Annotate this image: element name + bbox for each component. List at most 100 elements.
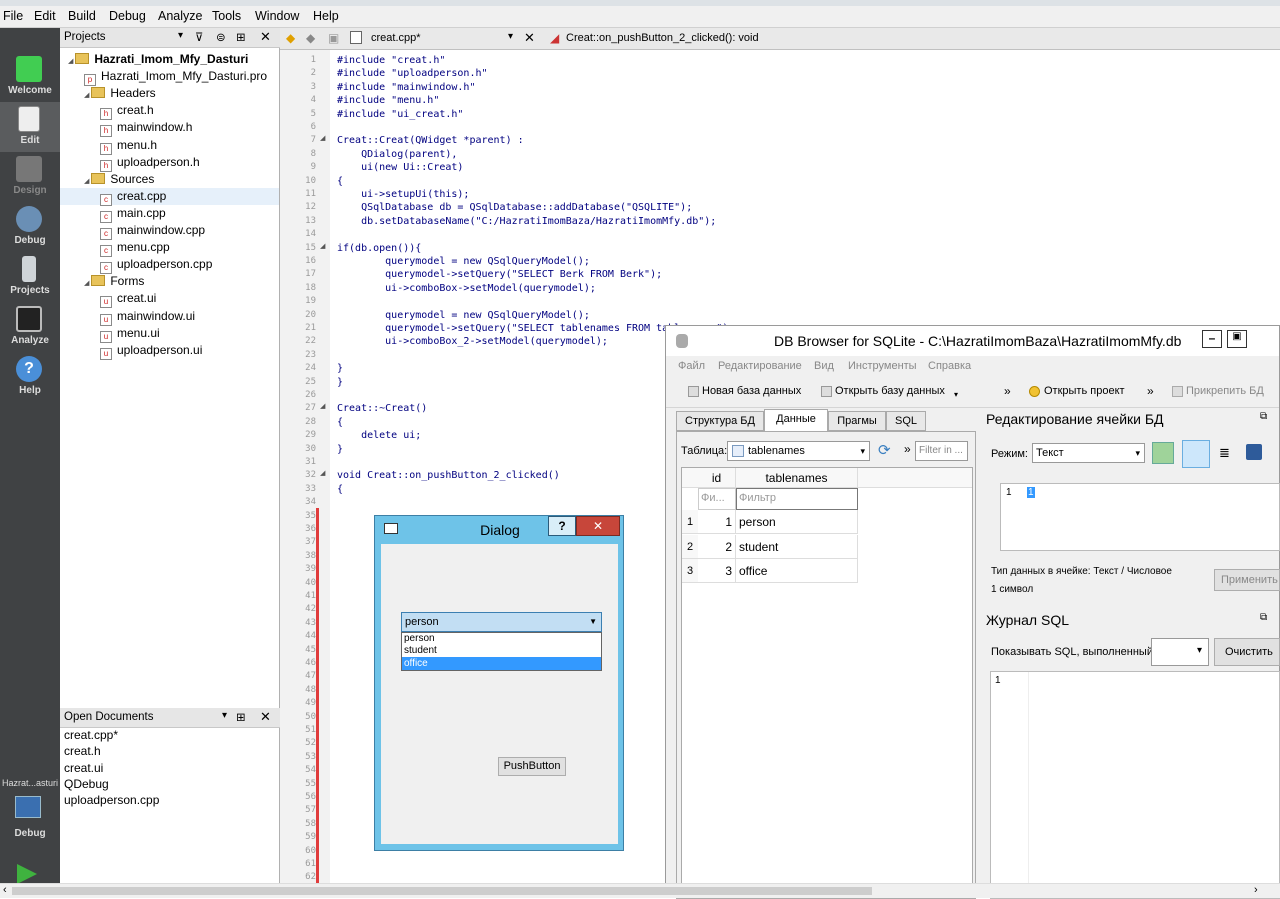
- table-selector[interactable]: tablenames ▾: [727, 441, 870, 461]
- undock-icon[interactable]: ⧉: [1260, 612, 1267, 623]
- fold-marker-icon[interactable]: ◢: [320, 469, 325, 477]
- open-document-item[interactable]: uploadperson.cpp: [64, 792, 159, 809]
- dropdown-chevron-icon[interactable]: ▾: [222, 710, 227, 721]
- cell-id[interactable]: 3: [698, 559, 736, 583]
- maximize-button[interactable]: ▣: [1227, 330, 1247, 348]
- tree-file[interactable]: c mainwindow.cpp: [100, 222, 205, 240]
- scroll-right-icon[interactable]: ›: [1254, 884, 1258, 896]
- tree-file[interactable]: h menu.h: [100, 137, 157, 155]
- open-document-item[interactable]: QDebug: [64, 776, 109, 793]
- column-header-id[interactable]: id: [698, 468, 736, 488]
- menu-build[interactable]: Build: [68, 9, 96, 23]
- tree-file[interactable]: c creat.cpp: [60, 187, 279, 206]
- menu-tools[interactable]: Tools: [212, 9, 241, 23]
- new-db-button[interactable]: Новая база данных: [702, 385, 801, 397]
- attach-db-button[interactable]: Прикрепить БД: [1186, 385, 1264, 397]
- kit-target-label[interactable]: Hazrat...asturi: [0, 778, 60, 788]
- column-header-tablenames[interactable]: tablenames: [736, 468, 858, 488]
- cell-tablenames[interactable]: person: [736, 510, 858, 534]
- sql-log-source-selector[interactable]: ▾: [1151, 638, 1209, 666]
- sql-log-text[interactable]: 1: [990, 671, 1280, 899]
- apply-button[interactable]: Применить: [1214, 569, 1280, 591]
- sync-icon[interactable]: ⊜: [216, 30, 226, 44]
- fold-marker-icon[interactable]: ◢: [320, 242, 325, 250]
- tablenames-filter-input[interactable]: Фильтр: [736, 488, 858, 510]
- menu-help[interactable]: Help: [313, 9, 339, 23]
- tab-pragmas[interactable]: Прагмы: [828, 411, 886, 431]
- menu-debug[interactable]: Debug: [109, 9, 146, 23]
- help-button[interactable]: ?: [548, 516, 576, 536]
- open-project-button[interactable]: Открыть проект: [1044, 385, 1125, 397]
- db-menu-file[interactable]: Файл: [678, 360, 705, 372]
- cell-id[interactable]: 2: [698, 534, 736, 559]
- combo-option-highlighted[interactable]: office: [402, 657, 601, 670]
- file-dropdown-icon[interactable]: ▾: [508, 31, 513, 42]
- combo-option[interactable]: person: [402, 633, 601, 645]
- undock-icon[interactable]: ⧉: [1260, 411, 1267, 422]
- open-document-item[interactable]: creat.cpp*: [64, 727, 118, 744]
- tree-file[interactable]: u menu.ui: [100, 325, 160, 343]
- mode-selector[interactable]: Текст ▾: [1032, 443, 1145, 463]
- save-icon[interactable]: [1246, 444, 1262, 460]
- push-button[interactable]: PushButton: [498, 757, 566, 776]
- db-menu-edit[interactable]: Редактирование: [718, 360, 802, 372]
- scroll-left-icon[interactable]: ‹: [3, 884, 7, 896]
- clear-log-button[interactable]: Очистить: [1214, 638, 1280, 666]
- tree-file[interactable]: c uploadperson.cpp: [100, 256, 212, 275]
- mode-design[interactable]: Design: [0, 152, 60, 202]
- toolbar-overflow-icon[interactable]: »: [904, 442, 911, 456]
- refresh-icon[interactable]: ⟳: [878, 441, 891, 459]
- tree-folder[interactable]: ◢ Sources: [84, 171, 154, 188]
- close-icon[interactable]: ✕: [260, 29, 271, 45]
- projects-pane-title[interactable]: Projects: [64, 31, 106, 43]
- expand-arrow-icon[interactable]: ◢: [84, 280, 91, 287]
- word-wrap-icon[interactable]: [1182, 440, 1210, 468]
- id-filter-input[interactable]: Фи...: [698, 488, 736, 510]
- open-db-button[interactable]: Открыть базу данных: [835, 385, 945, 397]
- tree-file[interactable]: u mainwindow.ui: [100, 308, 195, 326]
- symbol-selector[interactable]: Creat::on_pushButton_2_clicked(): void: [566, 32, 759, 44]
- toolbar-overflow-icon[interactable]: »: [1147, 384, 1154, 398]
- menu-analyze[interactable]: Analyze: [158, 9, 202, 23]
- close-icon[interactable]: ✕: [260, 709, 271, 725]
- auto-switch-icon[interactable]: [1152, 442, 1174, 464]
- cell-tablenames[interactable]: student: [736, 534, 858, 559]
- filter-icon[interactable]: ⊽: [195, 30, 203, 44]
- open-db-dropdown-icon[interactable]: ▾: [954, 390, 958, 399]
- combo-box[interactable]: person ▼: [401, 612, 602, 632]
- tree-file[interactable]: h uploadperson.h: [100, 154, 200, 172]
- mode-projects[interactable]: Projects: [0, 252, 60, 302]
- minimize-button[interactable]: –: [1202, 330, 1222, 348]
- cell-editor[interactable]: 1 1: [1000, 483, 1280, 551]
- scroll-thumb[interactable]: [12, 887, 872, 895]
- tree-folder[interactable]: ◢ Hazrati_Imom_Mfy_Dasturi: [68, 51, 248, 68]
- format-icon[interactable]: ≣: [1219, 445, 1230, 461]
- mode-help[interactable]: ? Help: [0, 352, 60, 402]
- expand-arrow-icon[interactable]: ◢: [68, 58, 75, 65]
- fold-marker-icon[interactable]: ◢: [320, 402, 325, 410]
- tree-file[interactable]: p Hazrati_Imom_Mfy_Dasturi.pro: [84, 68, 267, 87]
- open-document-item[interactable]: creat.ui: [64, 760, 103, 777]
- horizontal-scrollbar[interactable]: ‹ ›: [0, 883, 1280, 898]
- split-icon[interactable]: ⊞: [236, 30, 246, 44]
- tree-file[interactable]: u creat.ui: [100, 290, 156, 309]
- open-document-item[interactable]: creat.h: [64, 743, 101, 760]
- expand-arrow-icon[interactable]: ◢: [84, 178, 91, 185]
- tree-file[interactable]: c menu.cpp: [100, 239, 170, 258]
- forward-arrow-icon[interactable]: ◆: [306, 31, 315, 45]
- tab-structure[interactable]: Структура БД: [676, 411, 764, 431]
- menu-edit[interactable]: Edit: [34, 9, 56, 23]
- expand-arrow-icon[interactable]: ◢: [84, 92, 91, 99]
- combo-option[interactable]: student: [402, 645, 601, 657]
- mode-edit[interactable]: Edit: [0, 102, 60, 152]
- tree-folder[interactable]: ◢ Forms: [84, 273, 144, 290]
- mode-debug[interactable]: Debug: [0, 202, 60, 252]
- split-icon[interactable]: ⊞: [236, 710, 246, 724]
- run-icon[interactable]: [17, 864, 37, 884]
- mode-welcome[interactable]: Welcome: [0, 52, 60, 102]
- tab-data[interactable]: Данные: [764, 409, 828, 431]
- db-menu-help[interactable]: Справка: [928, 360, 971, 372]
- tree-folder[interactable]: ◢ Headers: [84, 85, 156, 102]
- close-file-icon[interactable]: ✕: [524, 30, 535, 46]
- current-file-name[interactable]: creat.cpp*: [371, 32, 421, 44]
